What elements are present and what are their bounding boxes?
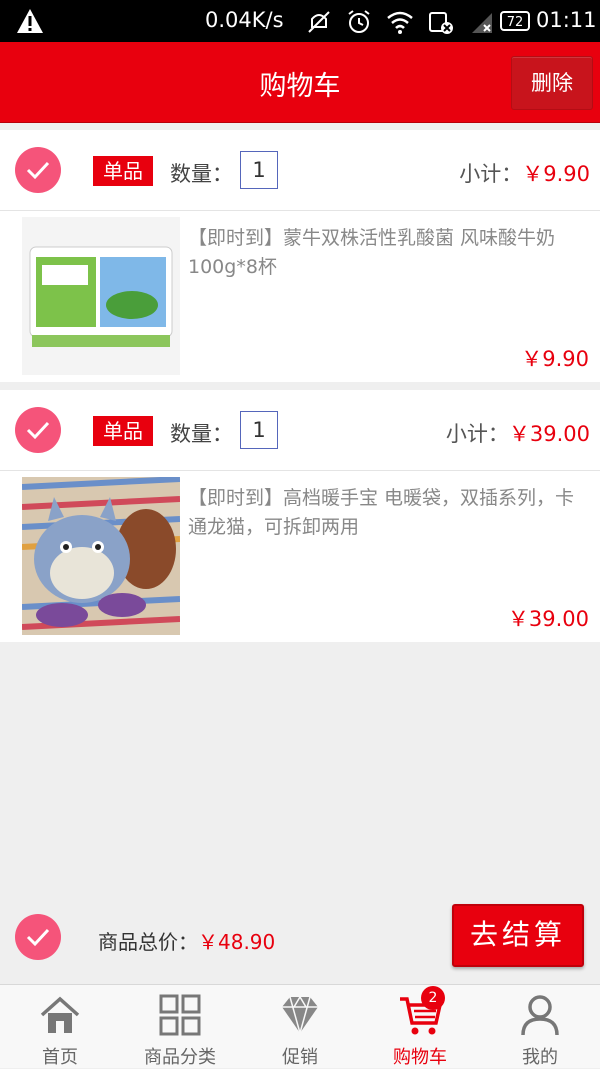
item-subtotal: 小计：￥39.00 — [446, 418, 590, 448]
sim-icon — [429, 12, 453, 34]
signal-icon — [472, 13, 492, 33]
nav-item-promotions[interactable]: 促销 — [240, 985, 360, 1068]
quantity-label: 数量： — [170, 162, 233, 186]
user-icon — [521, 995, 559, 1036]
item-type-tag: 单品 — [93, 156, 153, 186]
nav-label: 促销 — [282, 1047, 318, 1068]
subtotal-label: 小计： — [445, 422, 509, 446]
product-price: ￥9.90 — [521, 347, 589, 371]
subtotal-amount: ￥9.90 — [522, 162, 590, 186]
item-type-tag: 单品 — [93, 416, 153, 446]
home-icon — [40, 996, 80, 1033]
cart-count-badge: 2 — [421, 986, 445, 1010]
checkout-button[interactable]: 去结算 — [452, 904, 584, 967]
check-icon — [26, 928, 50, 947]
nav-item-home[interactable]: 首页 — [0, 985, 120, 1068]
quantity-input[interactable]: 1 — [240, 151, 278, 189]
alarm-icon — [348, 10, 370, 33]
page-title: 购物车 — [259, 71, 341, 102]
nav-item-profile[interactable]: 我的 — [480, 985, 600, 1068]
mute-icon — [308, 11, 330, 33]
select-all-checkbox[interactable] — [15, 914, 61, 960]
product-name[interactable]: 【即时到】蒙牛双株活性乳酸菌 风味酸牛奶100g*8杯 — [188, 224, 592, 282]
warning-icon — [17, 9, 43, 33]
item-checkbox[interactable] — [15, 147, 61, 193]
grid-icon — [159, 994, 201, 1036]
status-time: 01:11 — [536, 8, 597, 32]
product-image-hand-warmer[interactable] — [22, 477, 180, 635]
battery-indicator: 72 — [500, 11, 530, 31]
total-amount: ￥48.90 — [198, 930, 276, 954]
network-speed: 0.04K/s — [205, 8, 284, 32]
product-name[interactable]: 【即时到】高档暖手宝 电暖袋，双插系列，卡通龙猫，可拆卸两用 — [188, 484, 592, 542]
delete-button[interactable]: 删除 — [511, 56, 593, 110]
app-header: 购物车 删除 — [0, 42, 600, 123]
item-checkbox[interactable] — [15, 407, 61, 453]
cart-item-header: 单品 数量： 1 小计：￥9.90 — [0, 130, 600, 211]
nav-label: 购物车 — [393, 1047, 447, 1068]
subtotal-label: 小计： — [459, 162, 523, 186]
cart-item-header: 单品 数量： 1 小计：￥39.00 — [0, 390, 600, 471]
status-bar: 0.04K/s 72 01:11 — [0, 0, 600, 42]
check-icon — [26, 421, 50, 440]
nav-label: 我的 — [522, 1047, 558, 1068]
nav-label: 商品分类 — [144, 1047, 216, 1068]
product-image-yogurt[interactable] — [22, 217, 180, 375]
nav-item-cart[interactable]: 购物车 — [360, 985, 480, 1068]
nav-label: 首页 — [42, 1047, 78, 1068]
wifi-icon — [387, 11, 413, 34]
cart-item: 单品 数量： 1 小计：￥9.90 【即时到】蒙牛双株活性乳酸菌 风味酸牛奶10… — [0, 130, 600, 382]
cart-total: 商品总价：￥48.90 — [98, 926, 275, 955]
quantity-label: 数量： — [170, 422, 233, 446]
product-price: ￥39.00 — [507, 607, 589, 631]
quantity-input[interactable]: 1 — [240, 411, 278, 449]
bottom-nav: 首页 商品分类 促销 购物车 我的 — [0, 984, 600, 1068]
check-icon — [26, 161, 50, 180]
item-subtotal: 小计：￥9.90 — [459, 158, 590, 188]
nav-item-categories[interactable]: 商品分类 — [120, 985, 240, 1068]
subtotal-amount: ￥39.00 — [508, 422, 590, 446]
diamond-icon — [282, 995, 318, 1034]
total-label: 商品总价： — [98, 930, 198, 954]
cart-item: 单品 数量： 1 小计：￥39.00 【即时到】高档暖手宝 电暖袋，双插系列，卡… — [0, 390, 600, 642]
